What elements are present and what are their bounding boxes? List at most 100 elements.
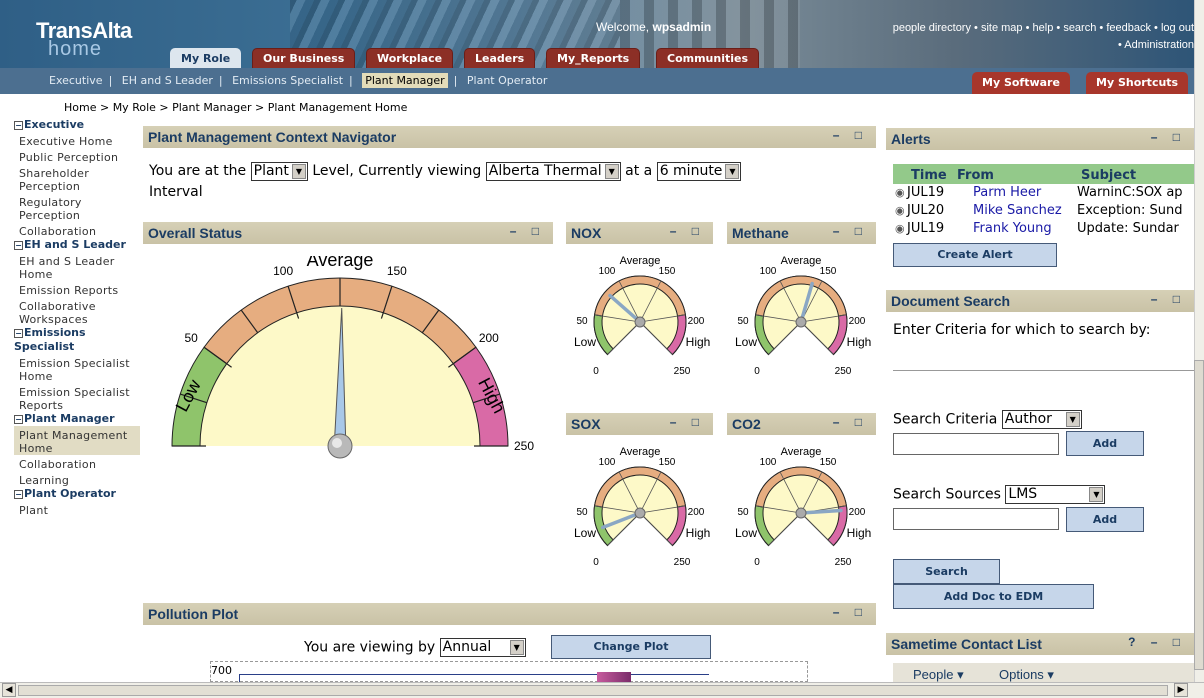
chevron-down-icon: ▼ xyxy=(1065,412,1080,427)
link-feedback[interactable]: feedback xyxy=(1106,22,1151,34)
tab-our-business[interactable]: Our Business xyxy=(252,48,356,68)
leftnav-section-header[interactable]: − Plant Manager xyxy=(14,412,140,426)
leftnav-section-header[interactable]: − EH and S Leader xyxy=(14,238,140,252)
horizontal-scrollbar-thumb[interactable] xyxy=(18,685,1168,696)
vertical-scrollbar-thumb[interactable] xyxy=(1194,360,1204,670)
options-menu[interactable]: Options ▾ xyxy=(999,667,1054,682)
my-software-tab[interactable]: My Software xyxy=(972,72,1070,94)
co2-gauge: Average 100 150 50 200 Low High 0 250 xyxy=(735,446,871,568)
portlet-controls-icon[interactable]: – □ xyxy=(833,224,868,238)
link-administration[interactable]: Administration xyxy=(1124,39,1194,51)
leftnav-item[interactable]: Emission Specialist Reports xyxy=(14,383,140,412)
gauge-hub-highlight xyxy=(332,438,342,448)
alert-from[interactable]: Parm Heer xyxy=(973,185,1041,200)
tab-workplace[interactable]: Workplace xyxy=(366,48,454,68)
leftnav-item[interactable]: Collaborative Workspaces xyxy=(14,297,140,326)
leftnav-item[interactable]: Emission Reports xyxy=(14,281,140,297)
alerts-list: ◉ JUL19 Parm Heer WarninC:SOX ap ◉ JUL20 Mike … xyxy=(893,185,1194,245)
portlet-controls-icon[interactable]: – □ xyxy=(510,224,545,238)
collapse-icon[interactable]: − xyxy=(14,121,23,130)
tab-my-role[interactable]: My Role xyxy=(170,48,242,68)
role-executive[interactable]: Executive xyxy=(49,74,103,87)
leftnav-item[interactable]: Collaboration xyxy=(14,222,140,238)
search-sources-row: Search Sources LMS ▼ xyxy=(893,485,1106,504)
leftnav-item[interactable]: Public Perception xyxy=(14,148,140,164)
portlet-controls-icon[interactable]: – □ xyxy=(1151,292,1186,306)
leftnav-item[interactable]: Learning xyxy=(14,471,140,487)
people-menu[interactable]: People ▾ xyxy=(913,667,964,682)
link-people-directory[interactable]: people directory xyxy=(893,22,971,34)
link-site-map[interactable]: site map xyxy=(981,22,1023,34)
search-sources-select[interactable]: LMS ▼ xyxy=(1005,485,1106,504)
y-axis-tick-700: 700 xyxy=(211,664,232,677)
alert-row[interactable]: ◉ JUL20 Mike Sanchez Exception: Sund xyxy=(893,203,1194,221)
link-help[interactable]: help xyxy=(1033,22,1054,34)
portlet-controls-icon[interactable]: – □ xyxy=(1151,130,1186,144)
add-criteria-button[interactable]: Add xyxy=(1066,431,1144,456)
collapse-icon[interactable]: − xyxy=(14,329,23,338)
interval-select[interactable]: 6 minute ▼ xyxy=(656,161,742,181)
tab-leaders[interactable]: Leaders xyxy=(464,48,536,68)
collapse-icon[interactable]: − xyxy=(14,241,23,250)
alert-subject: Exception: Sund xyxy=(1077,203,1183,218)
alert-time: JUL19 xyxy=(907,221,945,236)
create-alert-button[interactable]: Create Alert xyxy=(893,243,1057,267)
scroll-left-icon[interactable]: ◀ xyxy=(2,683,16,697)
tab-communities[interactable]: Communities xyxy=(656,48,760,68)
my-shortcuts-tab[interactable]: My Shortcuts xyxy=(1086,72,1189,94)
tab-my-reports[interactable]: My_Reports xyxy=(546,48,641,68)
viewing-select[interactable]: Alberta Thermal ▼ xyxy=(485,161,621,181)
portlet-controls-icon[interactable]: – □ xyxy=(833,128,868,142)
collapse-icon[interactable]: − xyxy=(14,490,23,499)
leftnav-item[interactable]: Emission Specialist Home xyxy=(14,354,140,383)
alert-from[interactable]: Mike Sanchez xyxy=(973,203,1062,218)
role-plant-operator[interactable]: Plant Operator xyxy=(467,74,547,87)
plot-view-select[interactable]: Annual ▼ xyxy=(439,638,526,657)
change-plot-button[interactable]: Change Plot xyxy=(551,635,711,659)
add-source-button[interactable]: Add xyxy=(1066,507,1144,532)
role-emissions-specialist[interactable]: Emissions Specialist xyxy=(232,74,343,87)
level-select[interactable]: Plant ▼ xyxy=(250,161,308,181)
leftnav-item[interactable]: Executive Home xyxy=(14,132,140,148)
gauge-tick-label: 150 xyxy=(659,266,676,277)
alert-row[interactable]: ◉ JUL19 Parm Heer WarninC:SOX ap xyxy=(893,185,1194,203)
leftnav-item[interactable]: Collaboration xyxy=(14,455,140,471)
chevron-down-icon: ▼ xyxy=(604,163,619,179)
leftnav-item[interactable]: Regulatory Perception xyxy=(14,193,140,222)
scroll-right-icon[interactable]: ▶ xyxy=(1174,683,1188,697)
pollution-plot-controls: You are viewing by Annual ▼ xyxy=(304,638,526,657)
logo-sub: home xyxy=(48,38,103,60)
expand-icon[interactable]: ◉ xyxy=(895,222,905,235)
search-sources-input[interactable] xyxy=(893,508,1059,530)
role-plant-manager[interactable]: Plant Manager xyxy=(362,73,448,88)
link-log-out[interactable]: log out xyxy=(1161,22,1194,34)
leftnav-item[interactable]: Shareholder Perception xyxy=(14,164,140,193)
portlet-controls-icon[interactable]: – □ xyxy=(670,415,705,429)
link-search[interactable]: search xyxy=(1063,22,1096,34)
chevron-down-icon: ▼ xyxy=(291,163,306,179)
portlet-controls-icon[interactable]: – □ xyxy=(833,605,868,619)
search-criteria-row: Search Criteria Author ▼ xyxy=(893,410,1082,429)
leftnav-item[interactable]: EH and S Leader Home xyxy=(14,252,140,281)
portlet-controls-icon[interactable]: ? – □ xyxy=(1128,635,1186,649)
portlet-controls-icon[interactable]: – □ xyxy=(833,415,868,429)
leftnav-item[interactable]: Plant xyxy=(14,501,140,517)
expand-icon[interactable]: ◉ xyxy=(895,186,905,199)
collapse-icon[interactable]: − xyxy=(14,415,23,424)
nox-header: NOX – □ xyxy=(566,222,713,244)
leftnav-section-header[interactable]: − Executive xyxy=(14,118,140,132)
gauge-tick-label: 100 xyxy=(273,264,293,278)
alert-from[interactable]: Frank Young xyxy=(973,221,1052,236)
search-criteria-input[interactable] xyxy=(893,433,1059,455)
portlet-controls-icon[interactable]: – □ xyxy=(670,224,705,238)
role-eh-and-s-leader[interactable]: EH and S Leader xyxy=(122,74,213,87)
search-button[interactable]: Search xyxy=(893,559,1000,584)
expand-icon[interactable]: ◉ xyxy=(895,204,905,217)
leftnav-item[interactable]: Plant Management Home xyxy=(14,426,140,455)
gauge-tick-label: 100 xyxy=(599,266,616,277)
leftnav-section-header[interactable]: − Plant Operator xyxy=(14,487,140,501)
add-doc-to-edm-button[interactable]: Add Doc to EDM xyxy=(893,584,1094,609)
leftnav-section-header[interactable]: − Emissions Specialist xyxy=(14,326,140,354)
alert-row[interactable]: ◉ JUL19 Frank Young Update: Sundar xyxy=(893,221,1194,239)
search-criteria-select[interactable]: Author ▼ xyxy=(1001,410,1082,429)
